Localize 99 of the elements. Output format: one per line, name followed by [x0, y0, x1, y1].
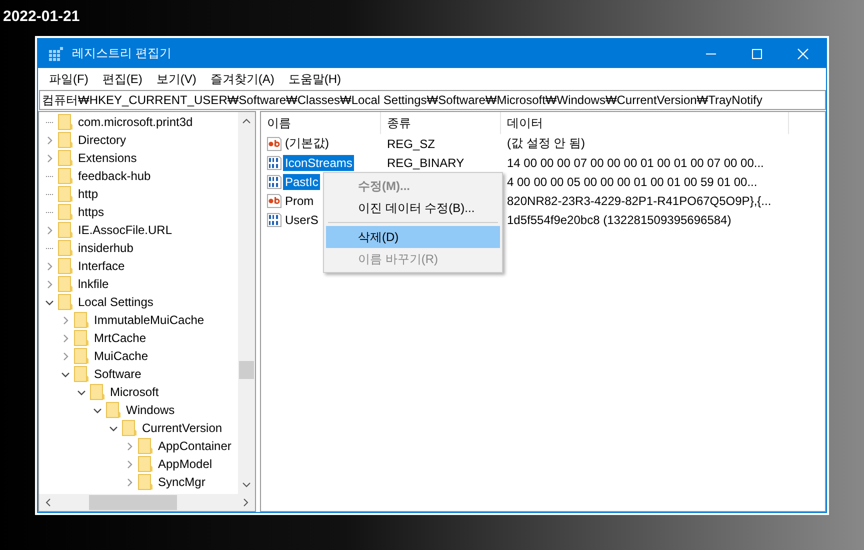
column-header[interactable]: 종류 [381, 112, 501, 134]
tree-item[interactable]: Windows [126, 403, 175, 417]
value-name[interactable]: IconStreams [283, 154, 354, 170]
folder-icon [74, 366, 89, 382]
window-title: 레지스트리 편집기 [72, 45, 172, 62]
chevron-down-icon[interactable] [76, 388, 86, 396]
maximize-icon [751, 48, 763, 60]
chevron-right-icon[interactable] [44, 136, 54, 144]
tree-item[interactable]: Extensions [78, 151, 137, 165]
folder-icon [58, 114, 73, 130]
tree-item[interactable]: ImmutableMuiCache [94, 313, 204, 327]
menu-item[interactable]: 파일(F) [42, 70, 96, 88]
chevron-right-icon[interactable] [124, 460, 134, 468]
folder-icon [58, 132, 73, 148]
tree-item[interactable]: IE.AssocFile.URL [78, 223, 172, 237]
menu-item[interactable]: 보기(V) [149, 70, 204, 88]
horizontal-scrollbar[interactable] [39, 494, 255, 511]
table-cell-text: 820NR82-23R3-4229-82P1-R41PO67Q5O9P},{... [506, 194, 772, 208]
chevron-down-icon[interactable] [60, 370, 70, 378]
scroll-right-icon[interactable] [243, 498, 249, 507]
folder-icon [106, 402, 121, 418]
context-menu-item[interactable]: 이진 데이터 수정(B)... [326, 197, 500, 219]
folder-icon [74, 330, 89, 346]
folder-icon [58, 258, 73, 274]
menu-item[interactable]: 도움말(H) [281, 70, 348, 88]
menu-item[interactable]: 즐겨찾기(A) [203, 70, 282, 88]
value-name[interactable]: UserS [283, 212, 320, 228]
chevron-down-icon[interactable] [44, 298, 54, 306]
folder-icon [122, 420, 137, 436]
tree-item[interactable]: Interface [78, 259, 125, 273]
chevron-right-icon[interactable] [60, 352, 70, 360]
folder-icon [138, 474, 153, 490]
chevron-down-icon[interactable] [108, 424, 118, 432]
scrollbar-thumb[interactable] [89, 495, 177, 510]
chevron-right-icon[interactable] [44, 280, 54, 288]
scroll-left-icon[interactable] [45, 498, 51, 507]
vertical-scrollbar[interactable] [238, 112, 255, 494]
table-cell-text: REG_SZ [386, 136, 436, 150]
folder-icon [74, 312, 89, 328]
table-cell-text: 1d5f554f9e20bc8 (132281509395696584) [506, 212, 732, 226]
tree-item[interactable]: insiderhub [78, 241, 134, 255]
tree-item[interactable]: lnkfile [78, 277, 109, 291]
chevron-right-icon[interactable] [60, 334, 70, 342]
folder-icon [138, 456, 153, 472]
folder-icon [58, 276, 73, 292]
value-name[interactable]: PastIc [283, 174, 320, 190]
tree-item[interactable]: feedback-hub [78, 169, 151, 183]
address-field[interactable]: 컴퓨터₩HKEY_CURRENT_USER₩Software₩Classes₩Local Settings₩Software₩Microsoft₩Windows₩CurrentVersion₩TrayNotify [39, 90, 826, 110]
string-value-icon [266, 136, 282, 152]
column-header[interactable]: 이름 [261, 112, 381, 134]
tree-item[interactable]: MuiCache [94, 349, 148, 363]
table-cell-text: 14 00 00 00 07 00 00 00 01 00 01 00 07 00 00... [506, 156, 765, 170]
scroll-up-icon[interactable] [242, 118, 251, 124]
chevron-right-icon[interactable] [124, 442, 134, 450]
close-icon [797, 48, 809, 60]
chevron-right-icon[interactable] [44, 262, 54, 270]
string-value-icon [266, 192, 282, 208]
context-menu-item[interactable]: 삭제(D) [326, 226, 500, 248]
folder-icon [58, 150, 73, 166]
folder-icon [58, 186, 73, 202]
menu-item[interactable]: 편집(E) [95, 70, 150, 88]
table-cell-text: REG_BINARY [386, 156, 466, 170]
folder-icon [58, 240, 73, 256]
tree-item[interactable]: com.microsoft.print3d [78, 115, 193, 129]
value-name[interactable]: Prom [283, 192, 316, 208]
folder-icon [74, 348, 89, 364]
binary-value-icon [266, 154, 282, 170]
folder-icon [58, 222, 73, 238]
table-cell-text: 4 00 00 00 05 00 00 00 01 00 01 00 59 01 00... [506, 174, 758, 188]
tree-item[interactable]: Software [94, 367, 142, 381]
value-name[interactable]: (기본값) [283, 134, 331, 153]
tree-item[interactable]: Microsoft [110, 385, 159, 399]
tree-item[interactable]: AppContainer [158, 439, 232, 453]
table-cell-text: (값 설정 안 됨) [506, 135, 586, 152]
binary-value-icon [266, 174, 282, 190]
chevron-right-icon[interactable] [124, 478, 134, 486]
tree-item[interactable]: Local Settings [78, 295, 154, 309]
tree-item[interactable]: MrtCache [94, 331, 146, 345]
folder-icon [138, 438, 153, 454]
scroll-down-icon[interactable] [242, 482, 251, 488]
tree-item[interactable]: CurrentVersion [142, 421, 222, 435]
chevron-right-icon[interactable] [44, 154, 54, 162]
tree-item[interactable]: Directory [78, 133, 126, 147]
folder-icon [58, 168, 73, 184]
tree-item[interactable]: AppModel [158, 457, 212, 471]
binary-value-icon [266, 212, 282, 228]
tree-item[interactable]: https [78, 205, 104, 219]
tree-item[interactable]: SyncMgr [158, 475, 206, 489]
folder-icon [58, 204, 73, 220]
chevron-right-icon[interactable] [60, 316, 70, 324]
folder-icon [90, 384, 105, 400]
registry-grid-icon [48, 46, 64, 62]
folder-icon [58, 294, 73, 310]
chevron-down-icon[interactable] [92, 406, 102, 414]
scrollbar-thumb[interactable] [239, 361, 254, 379]
column-header[interactable]: 데이터 [501, 112, 789, 134]
chevron-right-icon[interactable] [44, 226, 54, 234]
tree-item[interactable]: http [78, 187, 98, 201]
date-caption: 2022-01-21 [3, 8, 80, 25]
